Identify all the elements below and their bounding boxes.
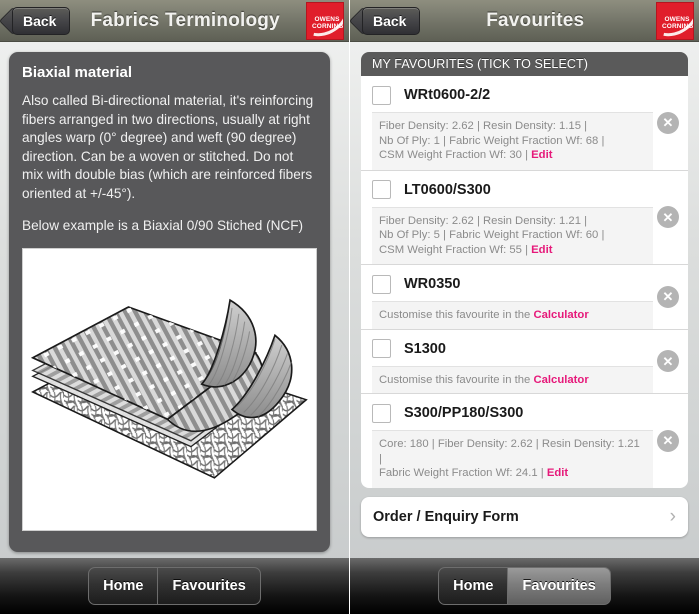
back-button-label: Back	[373, 12, 407, 29]
close-icon: ✕	[662, 115, 674, 131]
tab-home-label: Home	[103, 578, 144, 594]
back-button[interactable]: Back	[362, 6, 421, 35]
favourite-row[interactable]: WR0350	[361, 265, 688, 301]
tabgroup-right: Home Favourites	[438, 567, 611, 605]
delete-favourite-icon[interactable]: ✕	[657, 111, 679, 134]
list-item[interactable]: LT0600/S300 Fiber Density: 2.62 | Resin …	[361, 171, 688, 265]
detail-line-1: Fiber Density: 2.62 | Resin Density: 1.1…	[379, 120, 588, 132]
favourite-name: WR0350	[404, 276, 461, 292]
tab-home[interactable]: Home	[438, 567, 508, 605]
favourite-row[interactable]: S300/PP180/S300	[361, 394, 688, 430]
detail-line-2: Nb Of Ply: 5 | Fabric Weight Fraction Wf…	[379, 229, 605, 241]
favourite-row[interactable]: S1300	[361, 330, 688, 366]
list-item[interactable]: S1300 Customise this favourite in the Ca…	[361, 330, 688, 394]
checkbox-icon[interactable]	[372, 85, 391, 105]
edit-link[interactable]: Edit	[531, 244, 552, 256]
detail-line-1: Customise this favourite in the	[379, 309, 534, 321]
order-enquiry-form-label: Order / Enquiry Form	[373, 508, 519, 525]
favourite-detail: Fiber Density: 2.62 | Resin Density: 1.2…	[372, 206, 653, 264]
tabgroup-left: Home Favourites	[88, 567, 261, 605]
close-icon: ✕	[662, 433, 674, 449]
owens-corning-logo-icon: OWENS CORNING	[656, 1, 694, 40]
tab-favourites-label: Favourites	[522, 578, 596, 594]
tabbar-right: Home Favourites	[350, 558, 699, 614]
app-root: Back Fabrics Terminology OWENS CORNING Bi…	[0, 0, 699, 614]
favourites-list: WRt0600-2/2 Fiber Density: 2.62 | Resin …	[361, 76, 688, 488]
favourite-detail: Fiber Density: 2.62 | Resin Density: 1.1…	[372, 112, 653, 170]
tab-favourites[interactable]: Favourites	[157, 567, 261, 605]
favourite-row[interactable]: WRt0600-2/2	[361, 76, 688, 112]
calculator-link[interactable]: Calculator	[533, 309, 588, 321]
term-paragraph-1: Also called Bi-directional material, it'…	[22, 93, 314, 201]
list-item[interactable]: WRt0600-2/2 Fiber Density: 2.62 | Resin …	[361, 76, 688, 171]
favourite-detail: Customise this favourite in the Calculat…	[372, 301, 653, 329]
chevron-right-icon: ›	[669, 505, 676, 527]
page-title: Favourites	[486, 9, 585, 31]
biaxial-fabric-diagram	[22, 247, 317, 531]
delete-favourite-icon[interactable]: ✕	[657, 206, 679, 229]
detail-line-3: CSM Weight Fraction Wf: 55 |	[379, 243, 532, 256]
delete-favourite-icon[interactable]: ✕	[657, 429, 679, 452]
favourite-row[interactable]: LT0600/S300	[361, 171, 688, 207]
favourite-name: LT0600/S300	[404, 181, 491, 198]
biaxial-fabric-svg	[30, 298, 308, 479]
owens-corning-logo-icon: OWENS CORNING	[306, 1, 344, 40]
terminology-card: Biaxial material Also called Bi-directio…	[9, 52, 330, 552]
tab-favourites-label: Favourites	[172, 578, 246, 594]
detail-line-1: Core: 180 | Fiber Density: 2.62 | Resin …	[379, 438, 640, 465]
favourite-name: WRt0600-2/2	[404, 87, 491, 103]
close-icon: ✕	[662, 209, 674, 225]
list-item[interactable]: S300/PP180/S300 Core: 180 | Fiber Densit…	[361, 394, 688, 488]
delete-favourite-icon[interactable]: ✕	[657, 350, 679, 373]
favourite-detail: Core: 180 | Fiber Density: 2.62 | Resin …	[372, 430, 653, 488]
term-paragraph-2: Below example is a Biaxial 0/90 Stiched …	[22, 218, 304, 233]
favourite-name: S1300	[404, 340, 446, 357]
checkbox-icon[interactable]	[372, 274, 391, 294]
order-enquiry-form-button[interactable]: Order / Enquiry Form ›	[361, 496, 688, 537]
term-body: Also called Bi-directional material, it'…	[22, 92, 317, 236]
close-icon: ✕	[662, 353, 674, 369]
checkbox-icon[interactable]	[372, 403, 391, 423]
favourites-group-header: MY FAVOURITES (TICK TO SELECT)	[361, 52, 688, 76]
tab-home[interactable]: Home	[88, 567, 158, 605]
tabbar-left: Home Favourites	[0, 558, 349, 614]
delete-favourite-icon[interactable]: ✕	[657, 285, 679, 308]
panel-favourites: Back Favourites OWENS CORNING MY FAVOURIT…	[349, 0, 699, 614]
edit-link[interactable]: Edit	[531, 149, 552, 161]
tab-favourites[interactable]: Favourites	[507, 567, 611, 605]
back-button[interactable]: Back	[12, 6, 71, 35]
panel-fabrics-terminology: Back Fabrics Terminology OWENS CORNING Bi…	[0, 0, 349, 614]
detail-line-1: Fiber Density: 2.62 | Resin Density: 1.2…	[379, 214, 588, 227]
detail-line-2: Nb Of Ply: 1 | Fabric Weight Fraction Wf…	[379, 134, 605, 147]
detail-line-1: Customise this favourite in the	[379, 373, 534, 386]
page-title: Fabrics Terminology	[90, 9, 280, 31]
term-title: Biaxial material	[22, 64, 133, 81]
checkbox-icon[interactable]	[372, 339, 391, 358]
logo-wordmark: OWENS CORNING	[662, 15, 694, 31]
favourite-detail: Customise this favourite in the Calculat…	[372, 365, 653, 393]
detail-line-3: CSM Weight Fraction Wf: 30 |	[379, 149, 532, 161]
edit-link[interactable]: Edit	[547, 467, 568, 479]
back-button-label: Back	[23, 12, 57, 29]
checkbox-icon[interactable]	[372, 180, 391, 199]
calculator-link[interactable]: Calculator	[533, 374, 588, 386]
close-icon: ✕	[662, 289, 674, 305]
tab-home-label: Home	[453, 578, 494, 594]
favourites-section: MY FAVOURITES (TICK TO SELECT) WRt0600-2…	[361, 52, 688, 554]
favourite-name: S300/PP180/S300	[404, 405, 524, 421]
detail-line-2: Fabric Weight Fraction Wf: 24.1 |	[379, 467, 547, 479]
navbar-left: Back Fabrics Terminology OWENS CORNING	[0, 0, 349, 42]
navbar-right: Back Favourites OWENS CORNING	[350, 0, 699, 42]
list-item[interactable]: WR0350 Customise this favourite in the C…	[361, 265, 688, 330]
logo-wordmark: OWENS CORNING	[312, 15, 344, 31]
